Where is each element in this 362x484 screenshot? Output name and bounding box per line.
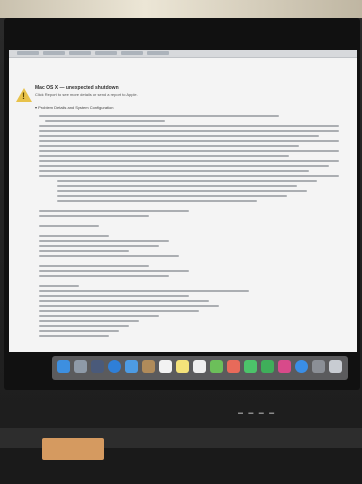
log-line bbox=[39, 240, 169, 242]
menu-item[interactable] bbox=[69, 51, 91, 55]
log-line bbox=[39, 150, 339, 152]
launchpad-icon[interactable] bbox=[74, 360, 87, 373]
log-line bbox=[39, 115, 279, 117]
log-line bbox=[45, 120, 165, 122]
app-store-icon[interactable] bbox=[295, 360, 308, 373]
details-disclosure[interactable]: ▾ Problem Details and System Configurati… bbox=[35, 105, 114, 110]
finder-icon[interactable] bbox=[57, 360, 70, 373]
trash-icon[interactable] bbox=[329, 360, 342, 373]
contacts-icon[interactable] bbox=[142, 360, 155, 373]
log-line bbox=[39, 125, 339, 127]
log-line bbox=[39, 160, 339, 162]
menu-bar bbox=[9, 50, 357, 58]
log-line bbox=[39, 320, 139, 322]
calendar-icon[interactable] bbox=[159, 360, 172, 373]
log-line bbox=[39, 245, 159, 247]
log-line bbox=[39, 250, 129, 252]
log-line bbox=[39, 310, 199, 312]
notes-icon[interactable] bbox=[176, 360, 189, 373]
messages-icon[interactable] bbox=[244, 360, 257, 373]
log-line bbox=[39, 225, 99, 227]
log-line bbox=[39, 295, 189, 297]
log-line bbox=[39, 300, 209, 302]
menu-item[interactable] bbox=[147, 51, 169, 55]
reminders-icon[interactable] bbox=[193, 360, 206, 373]
log-line bbox=[39, 285, 79, 287]
log-line bbox=[39, 305, 219, 307]
log-line bbox=[39, 235, 109, 237]
log-line bbox=[39, 135, 319, 137]
monitor-brand: ▬ ▬ ▬ ▬ bbox=[238, 410, 277, 416]
mail-icon[interactable] bbox=[125, 360, 138, 373]
dock bbox=[52, 356, 348, 380]
menu-item[interactable] bbox=[43, 51, 65, 55]
log-line bbox=[39, 335, 109, 337]
log-line bbox=[39, 210, 189, 212]
dialog-title: Mac OS X — unexpected shutdown bbox=[35, 85, 119, 91]
log-line bbox=[39, 215, 149, 217]
log-line bbox=[57, 195, 287, 197]
itunes-icon[interactable] bbox=[278, 360, 291, 373]
log-line bbox=[39, 325, 129, 327]
warning-icon: ! bbox=[16, 88, 32, 102]
log-line bbox=[39, 145, 299, 147]
menu-item[interactable] bbox=[121, 51, 143, 55]
log-line bbox=[39, 175, 339, 177]
facetime-icon[interactable] bbox=[261, 360, 274, 373]
log-line bbox=[39, 330, 119, 332]
menu-item[interactable] bbox=[95, 51, 117, 55]
screen: ! Mac OS X — unexpected shutdown Click R… bbox=[9, 50, 357, 352]
maps-icon[interactable] bbox=[210, 360, 223, 373]
safari-icon[interactable] bbox=[108, 360, 121, 373]
log-line bbox=[39, 140, 339, 142]
log-line bbox=[39, 270, 189, 272]
log-line bbox=[39, 265, 149, 267]
log-line bbox=[39, 170, 309, 172]
log-line bbox=[39, 275, 169, 277]
desk-object bbox=[42, 438, 104, 460]
log-line bbox=[57, 190, 307, 192]
system-preferences-icon[interactable] bbox=[312, 360, 325, 373]
menu-item[interactable] bbox=[17, 51, 39, 55]
photos-icon[interactable] bbox=[227, 360, 240, 373]
background-wall bbox=[0, 0, 362, 18]
mission-control-icon[interactable] bbox=[91, 360, 104, 373]
log-line bbox=[39, 155, 289, 157]
dialog-subtitle: Click Report to see more details or send… bbox=[35, 92, 138, 97]
log-line bbox=[57, 180, 317, 182]
log-line bbox=[57, 200, 257, 202]
log-line bbox=[39, 130, 339, 132]
log-line bbox=[39, 315, 159, 317]
log-line bbox=[39, 255, 179, 257]
log-line bbox=[39, 290, 249, 292]
crash-report-dialog: ! Mac OS X — unexpected shutdown Click R… bbox=[9, 58, 357, 352]
log-line bbox=[57, 185, 297, 187]
report-log bbox=[39, 115, 349, 350]
log-line bbox=[39, 165, 329, 167]
